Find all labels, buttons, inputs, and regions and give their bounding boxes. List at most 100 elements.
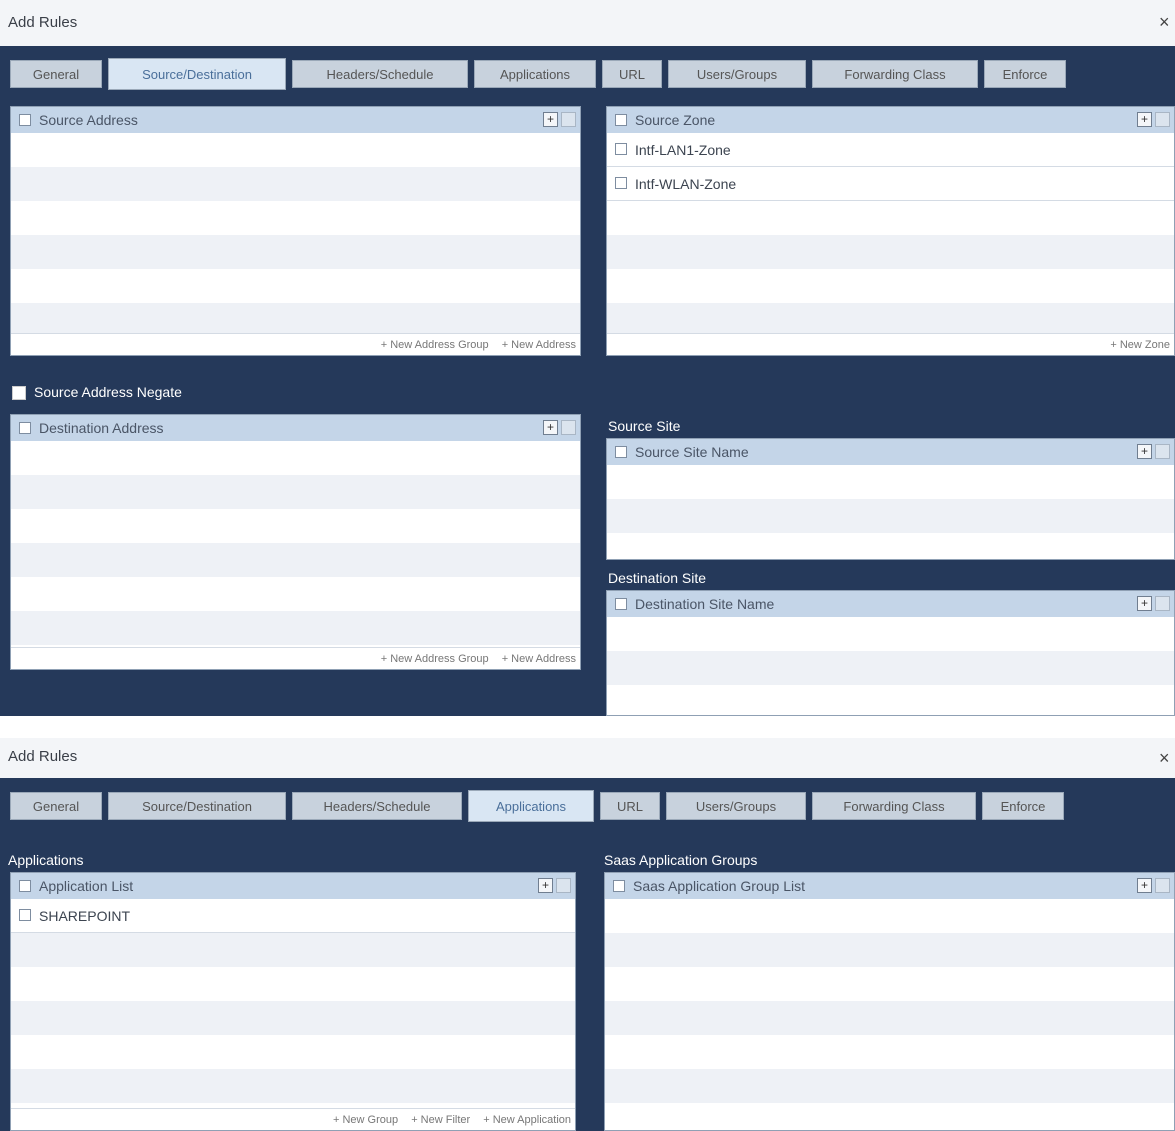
tab-applications[interactable]: Applications <box>468 790 594 822</box>
select-all-checkbox[interactable] <box>615 114 627 126</box>
plus-box-icon[interactable]: + <box>538 878 553 893</box>
new-address-group-link[interactable]: + New Address Group <box>381 339 489 351</box>
new-address-group-link[interactable]: + New Address Group <box>381 653 489 665</box>
item-checkbox[interactable] <box>615 177 627 189</box>
new-address-link[interactable]: + New Address <box>502 339 576 351</box>
plus-box-icon[interactable]: + <box>543 420 558 435</box>
list-item[interactable]: SHAREPOINT <box>11 899 575 933</box>
destination-site-section-label: Destination Site <box>608 570 707 586</box>
tab-users-groups[interactable]: Users/Groups <box>666 792 806 820</box>
minus-box-icon[interactable] <box>556 878 571 893</box>
application-list-footer: + New Group + New Filter + New Applicati… <box>11 1108 575 1130</box>
new-application-link[interactable]: + New Application <box>483 1114 571 1126</box>
source-zone-label: Source Zone <box>635 112 716 128</box>
destination-site-list <box>607 617 1174 715</box>
tab-headers-schedule[interactable]: Headers/Schedule <box>292 792 462 820</box>
tab-url[interactable]: URL <box>602 60 662 88</box>
source-zone-footer: + New Zone <box>607 333 1174 355</box>
source-address-panel: Source Address + + New Address Group + N… <box>10 106 581 356</box>
tab-source-destination[interactable]: Source/Destination <box>108 792 286 820</box>
source-site-name-label: Source Site Name <box>635 444 749 460</box>
close-icon[interactable]: × <box>1159 12 1175 33</box>
list-item[interactable]: Intf-LAN1-Zone <box>607 133 1174 167</box>
saas-group-list-header: Saas Application Group List + <box>605 873 1174 899</box>
saas-group-list <box>605 899 1174 1130</box>
tab-enforce[interactable]: Enforce <box>984 60 1066 88</box>
plus-box-icon[interactable]: + <box>543 112 558 127</box>
minus-box-icon[interactable] <box>1155 444 1170 459</box>
select-all-checkbox[interactable] <box>19 422 31 434</box>
tab-applications[interactable]: Applications <box>474 60 596 88</box>
dialog-title: Add Rules <box>8 748 78 765</box>
destination-site-name-label: Destination Site Name <box>635 596 775 612</box>
saas-group-list-panel: Saas Application Group List + <box>604 872 1175 1131</box>
destination-address-footer: + New Address Group + New Address <box>11 647 580 669</box>
saas-section-label: Saas Application Groups <box>604 852 758 868</box>
tab-source-destination[interactable]: Source/Destination <box>108 58 286 90</box>
destination-site-panel: Destination Site Name + <box>606 590 1175 716</box>
negate-checkbox[interactable] <box>12 386 26 400</box>
application-list-header: Application List + <box>11 873 575 899</box>
source-address-list <box>11 133 580 355</box>
select-all-checkbox[interactable] <box>613 880 625 892</box>
select-all-checkbox[interactable] <box>615 446 627 458</box>
select-all-checkbox[interactable] <box>19 880 31 892</box>
list-item[interactable]: Intf-WLAN-Zone <box>607 167 1174 201</box>
zone-name: Intf-WLAN-Zone <box>635 176 737 192</box>
dialog-title: Add Rules <box>8 14 78 31</box>
select-all-checkbox[interactable] <box>19 114 31 126</box>
source-site-section-label: Source Site <box>608 418 681 434</box>
plus-box-icon[interactable]: + <box>1137 444 1152 459</box>
source-address-header: Source Address + <box>11 107 580 133</box>
plus-box-icon[interactable]: + <box>1137 112 1152 127</box>
source-site-header: Source Site Name + <box>607 439 1174 465</box>
add-rules-dialog-applications: Add Rules × General Source/Destination H… <box>0 738 1175 1131</box>
negate-label: Source Address Negate <box>34 384 182 400</box>
zone-name: Intf-LAN1-Zone <box>635 142 731 158</box>
applications-section-label: Applications <box>8 852 84 868</box>
saas-group-list-label: Saas Application Group List <box>633 878 805 894</box>
dialog-title-bar: Add Rules × <box>0 738 1175 778</box>
application-list-label: Application List <box>39 878 134 894</box>
minus-box-icon[interactable] <box>1155 112 1170 127</box>
source-address-footer: + New Address Group + New Address <box>11 333 580 355</box>
new-zone-link[interactable]: + New Zone <box>1110 339 1170 351</box>
dialog-title-bar: Add Rules × <box>0 0 1175 46</box>
destination-address-label: Destination Address <box>39 420 164 436</box>
tab-general[interactable]: General <box>10 60 102 88</box>
destination-site-header: Destination Site Name + <box>607 591 1174 617</box>
source-site-panel: Source Site Name + <box>606 438 1175 560</box>
new-address-link[interactable]: + New Address <box>502 653 576 665</box>
source-zone-panel: Source Zone + Intf-LAN1-Zone Intf-WLAN-Z… <box>606 106 1175 356</box>
add-rules-dialog-source-destination: Add Rules × General Source/Destination H… <box>0 0 1175 716</box>
minus-box-icon[interactable] <box>1155 596 1170 611</box>
destination-address-list <box>11 441 580 669</box>
application-list <box>11 899 575 1130</box>
tab-url[interactable]: URL <box>600 792 660 820</box>
tab-users-groups[interactable]: Users/Groups <box>668 60 806 88</box>
new-group-link[interactable]: + New Group <box>333 1114 398 1126</box>
source-zone-header: Source Zone + <box>607 107 1174 133</box>
tab-enforce[interactable]: Enforce <box>982 792 1064 820</box>
tab-headers-schedule[interactable]: Headers/Schedule <box>292 60 468 88</box>
tab-general[interactable]: General <box>10 792 102 820</box>
application-list-panel: Application List + SHAREPOINT + New Grou… <box>10 872 576 1131</box>
plus-box-icon[interactable]: + <box>1137 878 1152 893</box>
tab-forwarding-class[interactable]: Forwarding Class <box>812 792 976 820</box>
select-all-checkbox[interactable] <box>615 598 627 610</box>
application-name: SHAREPOINT <box>39 908 131 924</box>
minus-box-icon[interactable] <box>561 112 576 127</box>
source-site-list <box>607 465 1174 559</box>
tab-forwarding-class[interactable]: Forwarding Class <box>812 60 978 88</box>
plus-box-icon[interactable]: + <box>1137 596 1152 611</box>
minus-box-icon[interactable] <box>1155 878 1170 893</box>
new-filter-link[interactable]: + New Filter <box>411 1114 470 1126</box>
dialog-body: General Source/Destination Headers/Sched… <box>0 46 1175 716</box>
destination-address-panel: Destination Address + + New Address Grou… <box>10 414 581 670</box>
item-checkbox[interactable] <box>615 143 627 155</box>
dialog-body: General Source/Destination Headers/Sched… <box>0 778 1175 1131</box>
item-checkbox[interactable] <box>19 909 31 921</box>
minus-box-icon[interactable] <box>561 420 576 435</box>
source-address-label: Source Address <box>39 112 138 128</box>
close-icon[interactable]: × <box>1159 748 1175 769</box>
